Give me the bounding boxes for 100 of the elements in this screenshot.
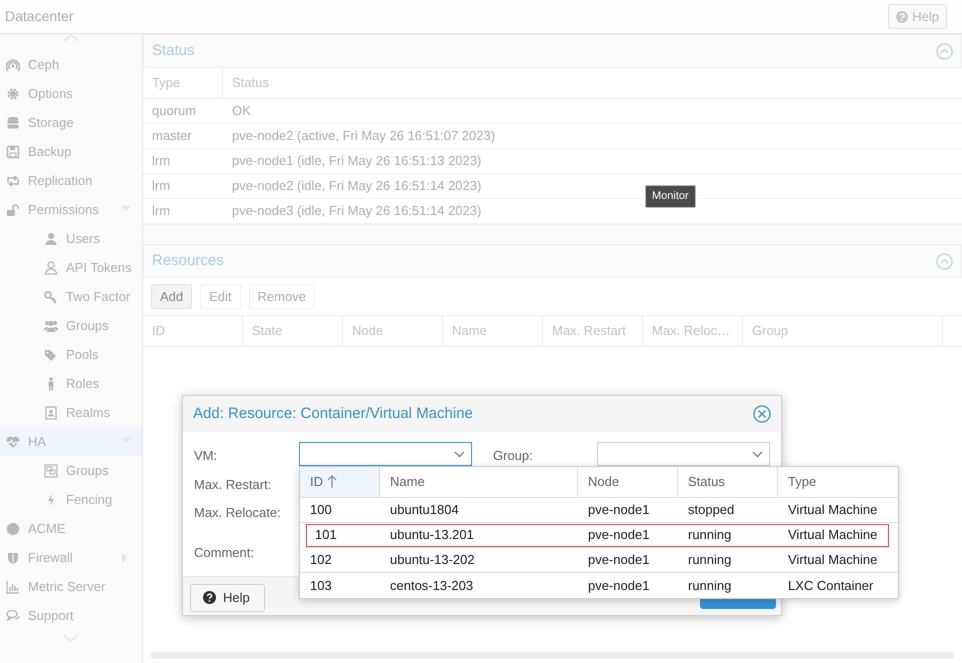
- sidebar-item[interactable]: Ceph: [0, 50, 142, 79]
- sidebar-item[interactable]: Backup: [0, 137, 142, 166]
- table-cell-text: ubuntu-13-202: [389, 551, 476, 570]
- table-cell-text: stopped: [687, 501, 736, 520]
- chevron-down-icon: [454, 450, 465, 458]
- column-header[interactable]: Status: [223, 68, 962, 98]
- object-group-icon: [44, 464, 58, 478]
- field-label: Max. Restart:: [194, 476, 272, 494]
- column-header[interactable]: Name: [380, 467, 578, 497]
- shield-icon: [6, 550, 20, 564]
- table-cell-text: pve-node1: [587, 551, 650, 570]
- gear-icon: [6, 86, 20, 100]
- table-cell-text: ubuntu-13.201: [389, 526, 475, 544]
- sort-arrow-icon: [327, 475, 337, 489]
- sidebar-item[interactable]: Groups: [0, 311, 142, 340]
- table-cell-text: running: [687, 526, 732, 544]
- sidebar-item[interactable]: ACME: [0, 514, 142, 543]
- unlock-icon: [6, 202, 20, 216]
- sidebar-item[interactable]: Users: [0, 224, 142, 253]
- table-cell-text: pve-node2 (idle, Fri May 26 16:51:14 2023): [231, 177, 482, 196]
- user-outline-icon: [44, 260, 58, 274]
- panel-title: Status: [152, 40, 195, 61]
- sidebar-item[interactable]: Pools: [0, 340, 142, 369]
- sidebar-item[interactable]: Metric Server: [0, 572, 142, 601]
- close-icon[interactable]: [753, 405, 771, 423]
- add-button[interactable]: Add: [151, 284, 192, 310]
- panel-title: Resources: [152, 250, 224, 271]
- table-cell-text: lrm: [151, 177, 172, 196]
- field-label: Group:: [493, 447, 533, 465]
- scroll-down-icon[interactable]: [63, 634, 79, 642]
- table-cell-text: Virtual Machine: [787, 501, 878, 520]
- sidebar-item[interactable]: Groups: [0, 456, 142, 485]
- column-header[interactable]: ID: [300, 467, 380, 497]
- sidebar-item[interactable]: Support: [0, 601, 142, 630]
- table-cell-text: running: [687, 576, 732, 595]
- help-icon: [896, 10, 908, 22]
- user-icon: [44, 232, 58, 246]
- table-cell-text: Virtual Machine: [787, 526, 878, 544]
- chevron-down-icon: [752, 450, 763, 458]
- column-header[interactable]: State: [243, 316, 343, 346]
- grid-row[interactable]: 102 ubuntu-13-202 pve-node1 running Virtual Machine: [300, 548, 898, 573]
- sidebar-item[interactable]: HA: [0, 427, 142, 456]
- column-header[interactable]: Node: [343, 316, 443, 346]
- sidebar-item[interactable]: Permissions: [0, 195, 142, 224]
- repeat-arrows-icon: [6, 174, 20, 188]
- field-label: VM:: [194, 447, 218, 465]
- column-header[interactable]: Max. Restart: [543, 316, 643, 346]
- table-cell-text: centos-13-203: [389, 576, 474, 595]
- table-cell-text: pve-node3 (idle, Fri May 26 16:51:14 2023): [231, 202, 482, 220]
- sidebar-item[interactable]: Fencing: [0, 485, 142, 514]
- column-header[interactable]: Type: [778, 467, 898, 497]
- table-cell-text: master: [151, 127, 193, 146]
- column-header[interactable]: Type: [143, 68, 223, 98]
- help-button[interactable]: Help: [888, 4, 947, 30]
- table-cell-text: OK: [231, 102, 252, 120]
- scroll-up-icon[interactable]: [63, 34, 79, 42]
- table-cell-text: pve-node1: [587, 501, 650, 520]
- table-cell-text: ubuntu1804: [389, 501, 460, 520]
- sidebar-item[interactable]: Roles: [0, 369, 142, 398]
- combo-box[interactable]: [597, 442, 770, 466]
- sidebar-item[interactable]: Storage: [0, 108, 142, 137]
- breadcrumb-title: Datacenter: [5, 7, 74, 26]
- collapse-icon[interactable]: [936, 43, 953, 60]
- contact-card-icon: [44, 406, 58, 420]
- sidebar-item[interactable]: Firewall: [0, 543, 142, 572]
- tooltip: Monitor: [645, 185, 696, 208]
- combo-box[interactable]: [299, 442, 472, 466]
- table-cell-text: pve-node1: [587, 526, 650, 544]
- column-header[interactable]: Node: [578, 467, 678, 497]
- table-cell-text: lrm: [151, 202, 172, 220]
- help-button[interactable]: Help: [190, 584, 265, 612]
- sidebar-item[interactable]: Realms: [0, 398, 142, 427]
- table-cell-text: 100: [309, 501, 333, 520]
- table-cell-text: pve-node2 (active, Fri May 26 16:51:07 2023): [231, 127, 496, 146]
- table-cell-text: 103: [309, 576, 333, 595]
- database-icon: [6, 116, 20, 130]
- table-cell-text: Virtual Machine: [787, 551, 878, 570]
- users-icon: [44, 318, 58, 332]
- tags-icon: [44, 348, 58, 362]
- column-header[interactable]: ID: [143, 316, 243, 346]
- grid-row[interactable]: 100 ubuntu1804 pve-node1 stopped Virtual Machine: [300, 498, 898, 523]
- table-cell-text: 102: [309, 551, 333, 570]
- grid-row[interactable]: 103 centos-13-203 pve-node1 running LXC Container: [300, 573, 898, 598]
- column-header[interactable]: Name: [443, 316, 543, 346]
- bar-chart-icon: [6, 580, 20, 594]
- speech-bubbles-icon: [6, 608, 20, 622]
- column-header[interactable]: Max. Reloc…: [643, 316, 743, 346]
- column-header[interactable]: Status: [678, 467, 778, 497]
- grid-row[interactable]: 101 ubuntu-13.201 pve-node1 running Virtual Machine: [305, 523, 890, 548]
- help-icon: [203, 591, 216, 604]
- collapse-icon[interactable]: [936, 253, 953, 270]
- column-header[interactable]: Group: [743, 316, 943, 346]
- sidebar-item[interactable]: Replication: [0, 166, 142, 195]
- sidebar-item[interactable]: Two Factor: [0, 282, 142, 311]
- sidebar-item[interactable]: Options: [0, 79, 142, 108]
- dialog-title: Add: Resource: Container/Virtual Machine: [193, 404, 473, 424]
- table-cell-text: LXC Container: [787, 576, 874, 595]
- table-cell-text: quorum: [151, 102, 198, 120]
- sidebar-item[interactable]: API Tokens: [0, 253, 142, 282]
- key-icon: [44, 290, 58, 304]
